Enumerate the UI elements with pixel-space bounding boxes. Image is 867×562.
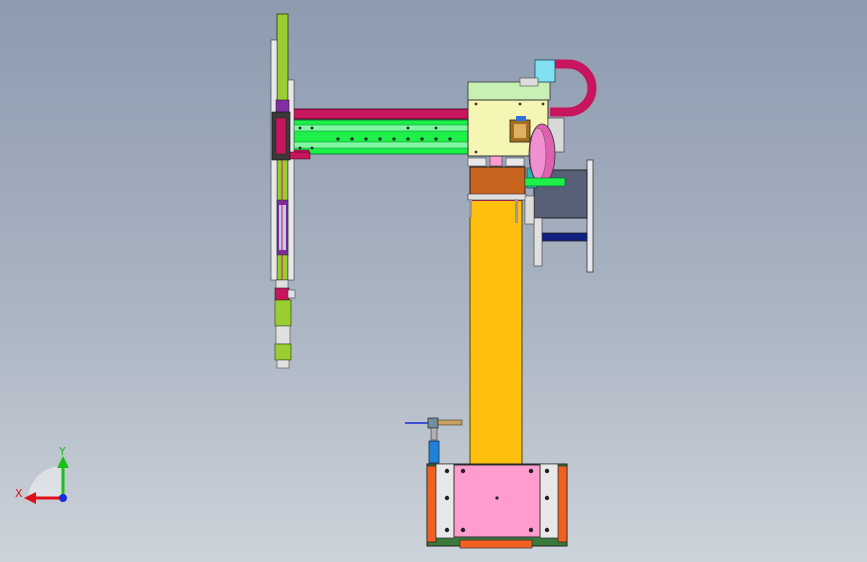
coordinate-triad: Y X	[15, 445, 69, 504]
sensor-post[interactable]	[405, 417, 463, 464]
robot-base[interactable]	[426, 463, 568, 549]
horizontal-beam[interactable]	[288, 108, 472, 120]
cad-viewport[interactable]: Y X	[0, 0, 867, 562]
x-axis-label: X	[15, 487, 23, 500]
y-axis-label: Y	[58, 445, 66, 458]
robot-column[interactable]	[469, 196, 523, 466]
linear-rail[interactable]	[288, 119, 472, 159]
z-axis-dot	[59, 494, 67, 502]
base-plate[interactable]	[453, 464, 541, 538]
end-effector[interactable]	[274, 279, 296, 369]
